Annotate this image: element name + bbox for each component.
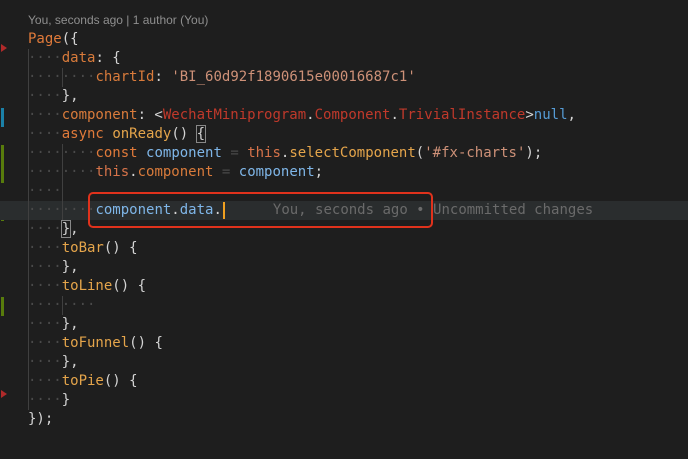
code-line[interactable]: ········chartId: 'BI_60d92f1890615e00016… bbox=[28, 68, 416, 87]
type-component: Component bbox=[314, 107, 391, 123]
gutter-deleted-marker[interactable] bbox=[1, 390, 7, 398]
codelens-author-info[interactable]: You, seconds ago | 1 author (You) bbox=[28, 13, 208, 27]
async-keyword: async bbox=[61, 126, 104, 142]
this-keyword: this bbox=[247, 145, 281, 161]
code-line[interactable]: ········const component = this.selectCom… bbox=[28, 144, 542, 163]
gutter-deleted-marker[interactable] bbox=[1, 44, 7, 52]
chartid-value: 'BI_60d92f1890615e00016687c1' bbox=[171, 69, 416, 85]
component-key: component bbox=[61, 107, 138, 123]
tobar-method: toBar bbox=[61, 240, 104, 256]
page-call: Page bbox=[28, 31, 62, 47]
this-keyword: this bbox=[95, 164, 130, 180]
component-variable: component bbox=[146, 145, 222, 161]
code-line[interactable]: ····}, bbox=[28, 315, 79, 334]
code-line[interactable]: ····}, bbox=[28, 258, 79, 277]
code-line[interactable]: ········ bbox=[28, 296, 95, 315]
type-namespace: WechatMiniprogram bbox=[162, 107, 307, 123]
code-line[interactable]: ···· bbox=[28, 182, 63, 201]
onready-method: onReady bbox=[112, 126, 172, 142]
type-name: TrivialInstance bbox=[398, 107, 526, 123]
code-line[interactable]: Page({ bbox=[28, 30, 79, 49]
chartid-key: chartId bbox=[95, 69, 155, 85]
code-line[interactable]: ····toBar() { bbox=[28, 239, 138, 258]
code-line[interactable]: ········this.component = component; bbox=[28, 163, 323, 182]
null-literal: null bbox=[533, 107, 568, 123]
code-line[interactable]: ····toPie() { bbox=[28, 372, 138, 391]
code-line[interactable]: ····toLine() { bbox=[28, 277, 146, 296]
code-line[interactable]: ····}, bbox=[28, 353, 79, 372]
annotation-highlight-box bbox=[88, 192, 433, 228]
component-variable: component bbox=[238, 164, 315, 180]
this-component-prop: component bbox=[137, 164, 214, 180]
gutter-added-marker[interactable] bbox=[1, 297, 4, 316]
code-line[interactable]: ····async onReady() { bbox=[28, 125, 207, 144]
gutter-added-marker[interactable] bbox=[1, 145, 4, 183]
topie-method: toPie bbox=[61, 373, 104, 389]
code-line[interactable]: }); bbox=[28, 410, 53, 429]
toline-method: toLine bbox=[61, 278, 113, 294]
code-line[interactable]: ····toFunnel() { bbox=[28, 334, 163, 353]
data-key: data bbox=[61, 50, 96, 66]
selector-string: '#fx-charts' bbox=[424, 145, 526, 161]
code-line[interactable]: ····}, bbox=[28, 220, 79, 239]
tofunnel-method: toFunnel bbox=[61, 335, 130, 351]
gutter-modified-marker[interactable] bbox=[1, 108, 4, 127]
selectcomponent-call: selectComponent bbox=[289, 145, 416, 161]
code-line[interactable]: ····data: { bbox=[28, 49, 121, 68]
code-line[interactable]: ····}, bbox=[28, 87, 79, 106]
const-keyword: const bbox=[95, 145, 138, 161]
code-line[interactable]: ····} bbox=[28, 391, 70, 410]
code-line[interactable]: ····component: <WechatMiniprogram.Compon… bbox=[28, 106, 576, 125]
